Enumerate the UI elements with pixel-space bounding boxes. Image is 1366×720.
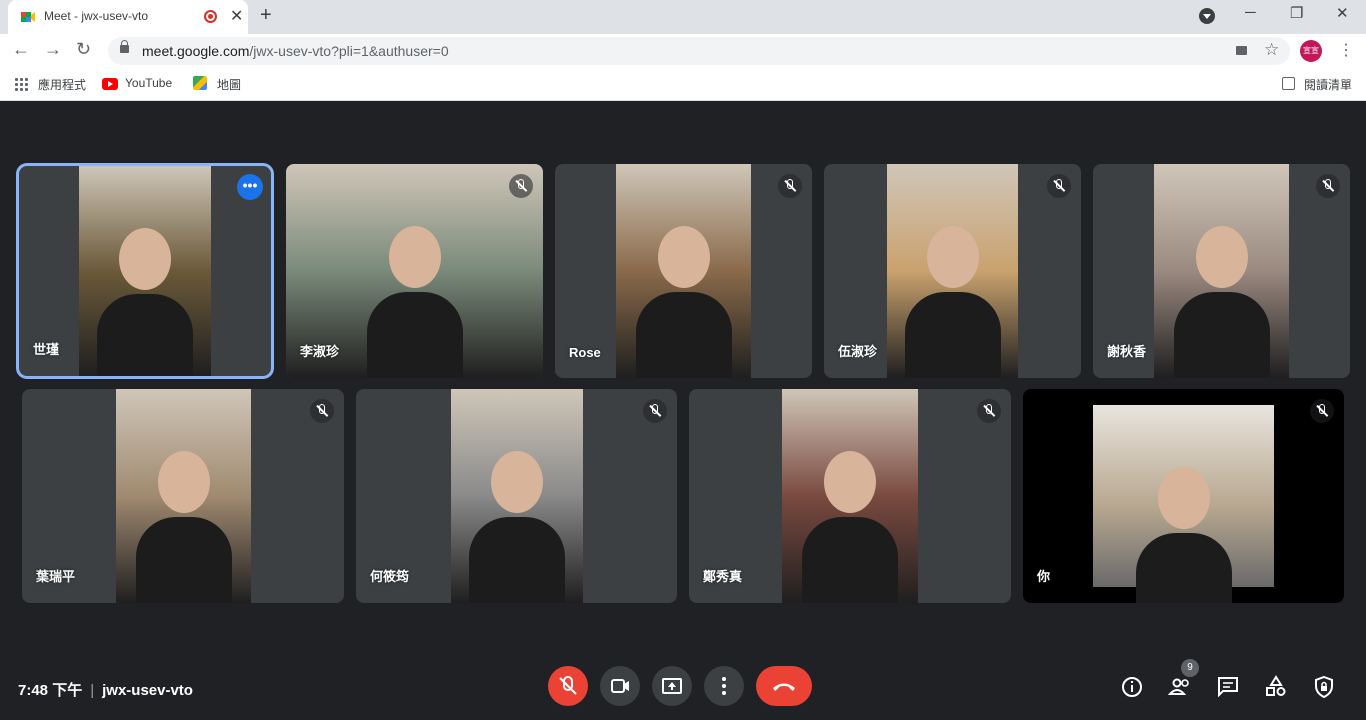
lock-icon[interactable]	[120, 40, 129, 53]
participant-name: 鄭秀真	[703, 569, 743, 584]
participant-name: 你	[1037, 569, 1051, 584]
more-vert-icon	[722, 677, 726, 695]
bookmark-youtube[interactable]: YouTube	[125, 76, 172, 90]
more-options-button[interactable]	[704, 666, 744, 706]
chat-icon	[1218, 677, 1238, 698]
participant-name: Rose	[569, 345, 601, 360]
participant-tile[interactable]: Rose	[555, 164, 812, 378]
apps-grid-icon[interactable]	[14, 77, 28, 91]
participant-video	[116, 389, 251, 603]
participant-video	[1093, 405, 1274, 603]
participant-tile[interactable]: 你	[1023, 389, 1344, 603]
participant-tile[interactable]: 謝秋香	[1093, 164, 1350, 378]
participant-video	[616, 164, 751, 378]
mic-muted-icon	[1316, 174, 1340, 198]
participant-video	[79, 166, 211, 376]
mic-muted-icon	[643, 399, 667, 423]
people-button[interactable]	[1167, 675, 1192, 699]
participant-tile[interactable]: 何筱筠	[356, 389, 677, 603]
participant-tile[interactable]: 鄭秀真	[689, 389, 1011, 603]
recording-icon	[204, 10, 217, 23]
camera-in-use-icon[interactable]	[1236, 46, 1247, 55]
mic-muted-icon	[1310, 399, 1334, 423]
browser-toolbar: ← → ↻ meet.google.com/jwx-usev-vto?pli=1…	[0, 34, 1366, 68]
present-icon	[662, 678, 682, 694]
forward-icon[interactable]: →	[44, 39, 62, 60]
chat-button[interactable]	[1216, 675, 1240, 699]
participant-video	[451, 389, 583, 603]
meet-icon	[21, 12, 35, 22]
browser-menu-icon[interactable]: ⋮	[1338, 40, 1354, 60]
reading-list-icon[interactable]	[1282, 77, 1295, 90]
separator: |	[90, 682, 95, 699]
mic-muted-icon	[778, 174, 802, 198]
hang-up-icon	[773, 683, 795, 691]
mic-muted-icon	[1047, 174, 1071, 198]
bookmark-maps[interactable]: 地圖	[217, 76, 241, 93]
close-tab-icon[interactable]: ✕	[230, 6, 243, 26]
participant-tile[interactable]: 李淑珍	[286, 164, 543, 378]
clock-time: 7:48 下午	[18, 682, 83, 699]
info-icon	[1122, 677, 1142, 697]
participant-video	[887, 164, 1018, 378]
participant-tile[interactable]: 伍淑珍	[824, 164, 1081, 378]
activities-icon	[1266, 675, 1286, 696]
youtube-icon[interactable]	[102, 78, 118, 90]
participant-tile[interactable]: 世瑾 •••	[19, 166, 271, 376]
activities-button[interactable]	[1264, 675, 1288, 699]
participant-tile[interactable]: 葉瑞平	[22, 389, 344, 603]
participant-name: 謝秋香	[1107, 344, 1147, 359]
restore-button[interactable]: ❐	[1290, 4, 1303, 22]
host-controls-button[interactable]	[1312, 675, 1336, 699]
tab-strip: Meet - jwx-usev-vto ✕ + ─ ❐ ✕	[0, 0, 1366, 34]
leave-call-button[interactable]	[756, 666, 812, 706]
maps-icon[interactable]	[193, 76, 207, 90]
mic-muted-icon	[509, 174, 533, 198]
shield-lock-icon	[1315, 675, 1333, 699]
minimize-button[interactable]: ─	[1245, 4, 1256, 21]
participant-name: 葉瑞平	[36, 569, 76, 584]
people-icon	[1167, 678, 1189, 695]
tab-search-icon[interactable]	[1199, 8, 1215, 24]
present-button[interactable]	[652, 666, 692, 706]
participant-video	[1154, 164, 1289, 378]
mic-off-button[interactable]	[548, 666, 588, 706]
bookmark-apps[interactable]: 應用程式	[38, 76, 86, 93]
participant-name: 世瑾	[33, 342, 60, 357]
close-window-button[interactable]: ✕	[1336, 4, 1349, 22]
bookmarks-bar: 應用程式 YouTube 地圖 閱讀清單	[0, 68, 1366, 101]
camera-button[interactable]	[600, 666, 640, 706]
reload-icon[interactable]: ↻	[76, 39, 91, 60]
mic-muted-icon	[310, 399, 334, 423]
browser-tab[interactable]: Meet - jwx-usev-vto ✕	[8, 0, 248, 34]
meeting-info: 7:48 下午 | jwx-usev-vto	[18, 679, 193, 700]
camera-icon	[611, 679, 629, 693]
address-bar[interactable]: meet.google.com/jwx-usev-vto?pli=1&authu…	[108, 37, 1290, 65]
participant-video	[782, 389, 918, 603]
meeting-code: jwx-usev-vto	[102, 682, 193, 699]
tile-options-icon[interactable]: •••	[237, 174, 263, 200]
mic-off-icon	[559, 676, 577, 695]
url-text[interactable]: meet.google.com/jwx-usev-vto?pli=1&authu…	[142, 43, 449, 59]
reading-list[interactable]: 閱讀清單	[1304, 76, 1352, 93]
meeting-details-button[interactable]	[1120, 675, 1144, 699]
participant-name: 李淑珍	[300, 344, 340, 359]
tab-title: Meet - jwx-usev-vto	[44, 9, 149, 23]
mic-muted-icon	[977, 399, 1001, 423]
back-icon[interactable]: ←	[12, 39, 30, 60]
participant-name: 何筱筠	[370, 569, 410, 584]
meeting-stage: 世瑾 ••• 李淑珍 Rose 伍淑珍 謝秋香 葉瑞平 何筱筠 鄭秀真 你 7:4…	[0, 102, 1366, 720]
participant-name: 伍淑珍	[838, 344, 878, 359]
participant-count-badge: 9	[1181, 659, 1199, 677]
bookmark-star-icon[interactable]: ☆	[1264, 40, 1279, 60]
new-tab-button[interactable]: +	[260, 4, 272, 27]
profile-avatar[interactable]: 宣宣	[1300, 40, 1322, 62]
